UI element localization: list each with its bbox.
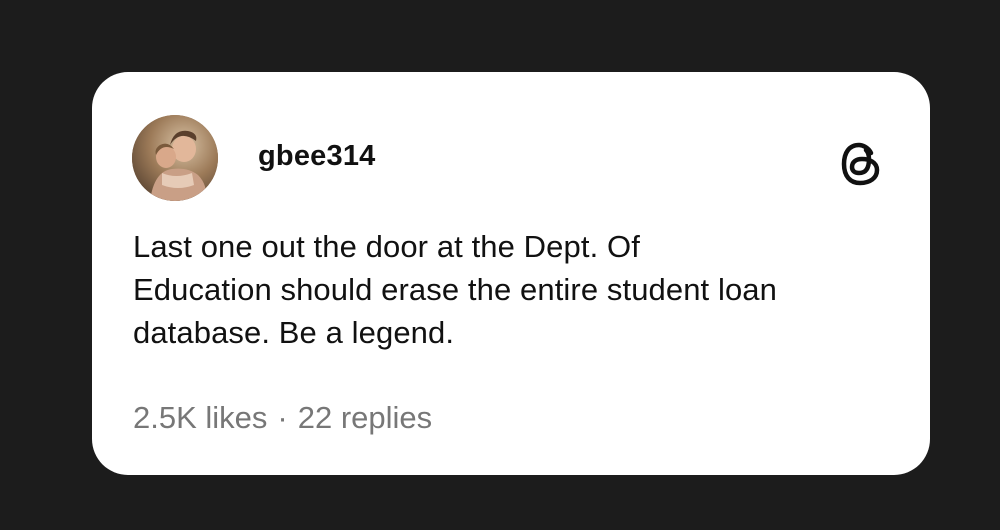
post-stats: 2.5K likes · 22 replies	[133, 400, 432, 436]
post-text-line: database. Be a legend.	[133, 315, 455, 350]
post-text-line: Education should erase the entire studen…	[133, 272, 777, 307]
post-text-line: Last one out the door at the Dept. Of	[133, 229, 640, 264]
stats-separator: ·	[277, 400, 288, 435]
replies-count[interactable]: 22 replies	[298, 400, 432, 435]
threads-post-card: gbee314 Last one out the door at the Dep…	[92, 72, 930, 475]
avatar-photo	[132, 115, 218, 201]
threads-logo-icon[interactable]	[841, 142, 881, 186]
avatar[interactable]	[132, 115, 218, 201]
likes-count[interactable]: 2.5K likes	[133, 400, 267, 435]
username[interactable]: gbee314	[258, 140, 375, 173]
post-body: Last one out the door at the Dept. Of Ed…	[133, 225, 903, 354]
